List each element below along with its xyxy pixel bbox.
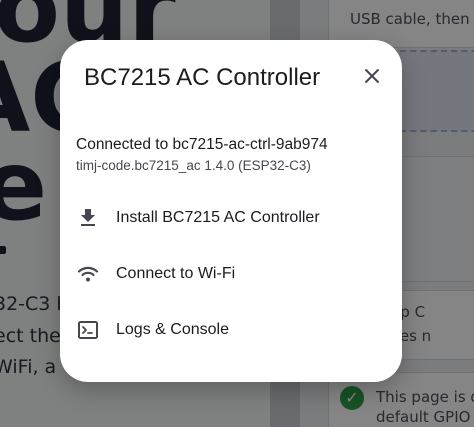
device-dialog: BC7215 AC Controller Connected to bc7215… <box>60 40 402 382</box>
connect-wifi-label: Connect to Wi-Fi <box>116 265 236 282</box>
close-icon <box>364 68 380 88</box>
download-icon <box>76 206 100 230</box>
hero-paragraph-line: WiFi, a <box>0 356 57 378</box>
connect-wifi-item[interactable]: Connect to Wi-Fi <box>60 246 402 302</box>
console-icon <box>76 318 100 342</box>
firmware-version-text: timj-code.bc7215_ac 1.4.0 (ESP32-C3) <box>76 158 311 173</box>
close-button[interactable] <box>358 64 386 92</box>
hero-paragraph-line: ect the <box>0 325 61 347</box>
instruction-text: USB cable, then c <box>350 10 474 28</box>
check-icon: ✓ <box>340 386 364 410</box>
dialog-title: BC7215 AC Controller <box>84 64 321 91</box>
logs-console-item[interactable]: Logs & Console <box>60 302 402 358</box>
hero-bullet <box>0 246 6 254</box>
connection-status: Connected to bc7215-ac-ctrl-9ab974 timj-… <box>76 136 328 173</box>
dialog-menu: Install BC7215 AC Controller Connect to … <box>60 190 402 358</box>
install-firmware-label: Install BC7215 AC Controller <box>116 209 320 226</box>
notice-text: default GPIO w <box>376 408 474 426</box>
wifi-icon <box>76 262 100 286</box>
notice-text: This page is de <box>376 388 474 406</box>
logs-console-label: Logs & Console <box>116 321 229 338</box>
install-firmware-item[interactable]: Install BC7215 AC Controller <box>60 190 402 246</box>
hero-paragraph-line: 32-C3 b <box>0 293 69 315</box>
connected-device-text: Connected to bc7215-ac-ctrl-9ab974 <box>76 136 328 153</box>
